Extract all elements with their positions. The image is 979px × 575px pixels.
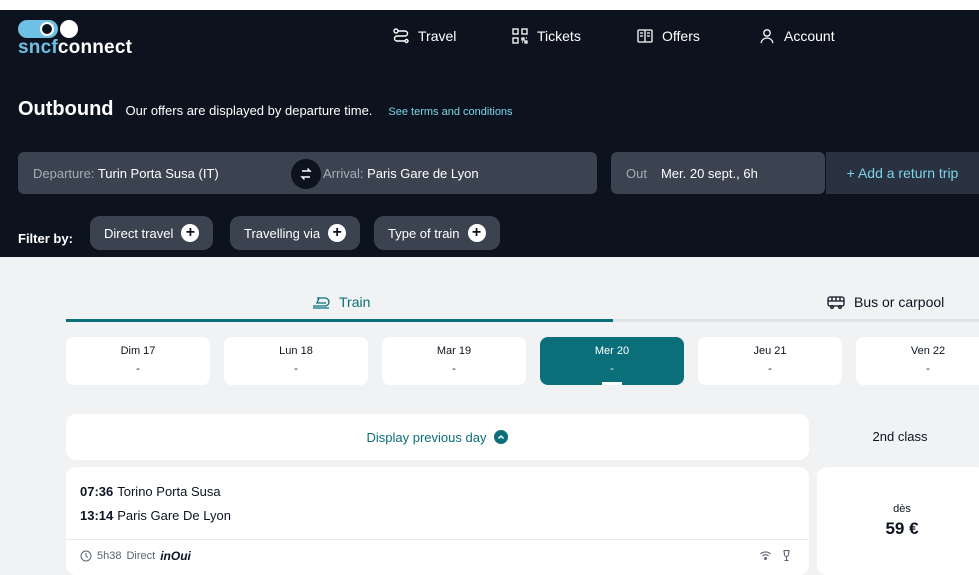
- departure-value: Turin Porta Susa (IT): [97, 165, 219, 181]
- sncf-connect-logo[interactable]: sncfconnect: [18, 19, 132, 59]
- display-previous-day-button[interactable]: Display previous day: [66, 414, 809, 460]
- train-icon: [313, 297, 330, 309]
- day-jeu-21[interactable]: Jeu 21 -: [698, 337, 842, 385]
- day-mer-20[interactable]: Mer 20 -: [540, 337, 684, 385]
- outbound-heading: Outbound Our offers are displayed by dep…: [18, 98, 513, 121]
- departure-station: Torino Porta Susa: [117, 484, 221, 499]
- bar-icon: [783, 549, 790, 562]
- filter-type-of-train[interactable]: Type of train +: [374, 216, 500, 250]
- nav-offers-label: Offers: [662, 28, 700, 44]
- day-name: Ven 22: [910, 345, 946, 357]
- add-return-trip-button[interactable]: + Add a return trip: [826, 152, 979, 194]
- swap-stations-button[interactable]: [291, 159, 321, 189]
- qr-code-icon: [512, 28, 528, 44]
- arrival-label: Arrival:: [323, 165, 364, 181]
- nav-travel[interactable]: Travel: [392, 26, 456, 46]
- amenities: [759, 549, 793, 562]
- site-header: sncfconnect Travel Tickets Offers Accoun…: [0, 10, 979, 257]
- logo-toggle-icon: [18, 19, 78, 39]
- tab-active-indicator: [66, 319, 613, 322]
- day-name: Dim 17: [120, 345, 156, 357]
- swap-icon: [300, 168, 312, 180]
- day-name: Mar 19: [436, 345, 472, 357]
- departure-line: 07:36 Torino Porta Susa: [80, 484, 221, 499]
- trip-meta: 5h38 Direct inOui: [80, 549, 191, 563]
- chip-label: Direct travel: [104, 225, 174, 241]
- outbound-date-field[interactable]: Out Mer. 20 sept., 6h: [611, 152, 825, 194]
- day-name: Jeu 21: [753, 345, 787, 357]
- arrival-line: 13:14 Paris Gare De Lyon: [80, 508, 231, 523]
- wifi-icon: [760, 551, 771, 560]
- plus-icon: +: [328, 224, 347, 242]
- day-lun-18[interactable]: Lun 18 -: [224, 337, 368, 385]
- tab-train-label: Train: [339, 294, 371, 310]
- arrival-station: Paris Gare De Lyon: [117, 508, 231, 523]
- departure-field[interactable]: Departure: Turin Porta Susa (IT): [18, 166, 308, 181]
- price-2nd-class-button[interactable]: dès 59 €: [817, 467, 979, 575]
- day-name: Mer 20: [594, 345, 630, 357]
- tab-bus-or-carpool[interactable]: Bus or carpool: [826, 294, 944, 310]
- inoui-logo: inOui: [160, 549, 191, 563]
- results-area: Train Bus or carpool Dim 17 - Lun 18 - M…: [0, 257, 979, 575]
- day-dim-17[interactable]: Dim 17 -: [66, 337, 210, 385]
- nav-tickets[interactable]: Tickets: [511, 26, 581, 46]
- tab-bus-label: Bus or carpool: [854, 294, 945, 310]
- terms-link[interactable]: See terms and conditions: [388, 106, 512, 118]
- trip-divider: [66, 539, 809, 540]
- out-value: Mer. 20 sept., 6h: [660, 165, 758, 181]
- plus-icon: +: [181, 224, 200, 242]
- user-icon: [760, 29, 774, 44]
- nav-account-label: Account: [784, 28, 835, 44]
- filter-travelling-via[interactable]: Travelling via +: [230, 216, 361, 250]
- selected-day-indicator: [602, 382, 622, 385]
- previous-day-label: Display previous day: [366, 429, 487, 445]
- arrival-value: Paris Gare de Lyon: [367, 165, 479, 181]
- day-price: -: [768, 363, 772, 375]
- trip-result-card[interactable]: 07:36 Torino Porta Susa 13:14 Paris Gare D…: [66, 467, 809, 575]
- arrival-field[interactable]: Arrival: Paris Gare de Lyon: [308, 166, 479, 181]
- plus-icon: +: [467, 224, 486, 242]
- chip-label: Type of train: [388, 225, 460, 241]
- class-label: 2nd class: [872, 429, 928, 444]
- day-price: -: [610, 363, 614, 375]
- clock-icon: [80, 550, 92, 562]
- out-label: Out: [626, 165, 647, 181]
- chevron-up-icon: [494, 430, 509, 444]
- departure-label: Departure:: [33, 165, 95, 181]
- day-ven-22[interactable]: Ven 22 -: [856, 337, 979, 385]
- day-price: -: [452, 363, 456, 375]
- price-prefix: dès: [893, 503, 911, 515]
- day-price: -: [294, 363, 298, 375]
- window-top-strip: [0, 0, 979, 10]
- trip-duration: 5h38: [97, 550, 122, 562]
- bus-icon: [827, 296, 845, 309]
- page-subtitle: Our offers are displayed by departure ti…: [125, 103, 373, 118]
- route-icon: [393, 28, 409, 44]
- tab-train[interactable]: Train: [311, 294, 370, 310]
- day-mar-19[interactable]: Mar 19 -: [382, 337, 526, 385]
- nav-travel-label: Travel: [418, 28, 457, 44]
- filter-label: Filter by:: [18, 231, 73, 246]
- trip-type: Direct: [126, 550, 156, 562]
- nav-account[interactable]: Account: [758, 26, 835, 46]
- book-icon: [637, 29, 653, 43]
- nav-tickets-label: Tickets: [537, 28, 581, 44]
- price-amount: 59 €: [885, 519, 919, 538]
- day-price: -: [926, 363, 930, 375]
- chip-label: Travelling via: [244, 225, 321, 241]
- logo-wordmark: sncfconnect: [18, 37, 133, 58]
- arrival-time: 13:14: [80, 508, 114, 523]
- day-price: -: [136, 363, 140, 375]
- day-name: Lun 18: [279, 345, 313, 357]
- page-title: Outbound: [18, 98, 114, 120]
- nav-offers[interactable]: Offers: [636, 26, 700, 46]
- departure-time: 07:36: [80, 484, 114, 499]
- filter-direct-travel[interactable]: Direct travel +: [90, 216, 214, 250]
